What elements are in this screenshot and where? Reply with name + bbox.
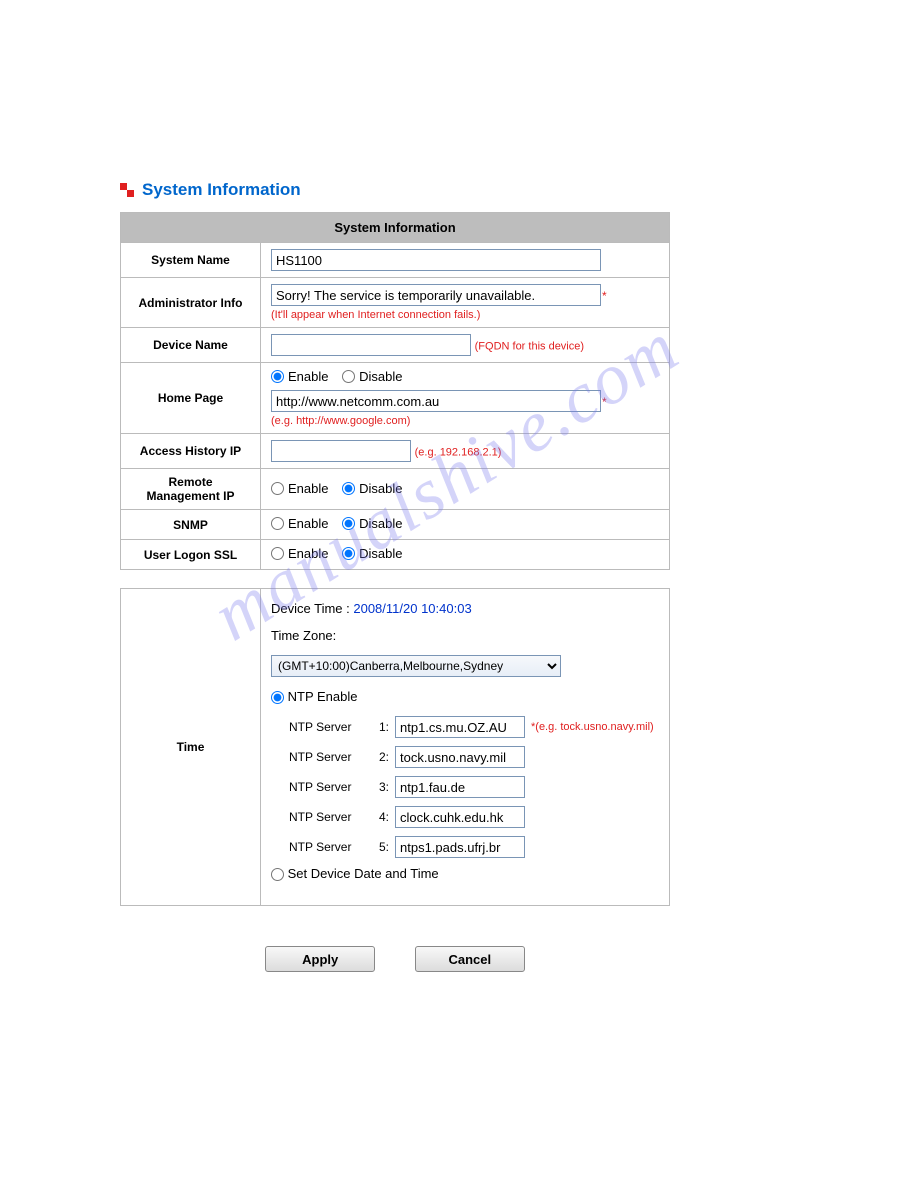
label-home-page: Home Page — [121, 363, 261, 434]
hint-device-name: (FQDN for this device) — [475, 341, 584, 353]
ntp-server-3-input[interactable] — [395, 776, 525, 798]
ntp-server-label: NTP Server — [289, 780, 369, 794]
disable-label: Disable — [359, 546, 402, 561]
label-system-name: System Name — [121, 243, 261, 278]
ntp-num-2: 2: — [369, 750, 389, 764]
ntp-server-2-input[interactable] — [395, 746, 525, 768]
homepage-enable-radio[interactable] — [271, 370, 284, 383]
label-time: Time — [121, 589, 261, 906]
ntp-num-3: 3: — [369, 780, 389, 794]
timezone-select[interactable]: (GMT+10:00)Canberra,Melbourne,Sydney — [271, 655, 561, 677]
ntp-server-5-input[interactable] — [395, 836, 525, 858]
label-device-name: Device Name — [121, 328, 261, 363]
ntp-enable-label: NTP Enable — [288, 689, 358, 704]
system-name-input[interactable] — [271, 249, 601, 271]
disable-label: Disable — [359, 369, 402, 384]
cancel-button[interactable]: Cancel — [415, 946, 525, 972]
admin-info-input[interactable] — [271, 284, 601, 306]
row-user-logon-ssl: User Logon SSL Enable Disable — [121, 540, 670, 570]
hint-access-history: (e.g. 192.168.2.1) — [415, 447, 502, 459]
hint-homepage: (e.g. http://www.google.com) — [271, 415, 410, 427]
access-history-ip-input[interactable] — [271, 440, 411, 462]
ntp-server-label: NTP Server — [289, 810, 369, 824]
ntp-num-5: 5: — [369, 840, 389, 854]
device-time-label: Device Time : — [271, 601, 353, 616]
row-home-page: Home Page Enable Disable * (e.g. http://… — [121, 363, 670, 434]
device-name-input[interactable] — [271, 334, 471, 356]
page-title: System Information — [142, 180, 301, 200]
label-remote-mgmt-ip: Remote Management IP — [121, 469, 261, 510]
system-info-table: System Information System Name Administr… — [120, 212, 670, 570]
hint-ntp: *(e.g. tock.usno.navy.mil) — [531, 721, 654, 733]
set-device-date-label: Set Device Date and Time — [288, 866, 439, 881]
homepage-url-input[interactable] — [271, 390, 601, 412]
hint-admin-info: (It'll appear when Internet connection f… — [271, 309, 480, 321]
enable-label: Enable — [288, 369, 328, 384]
system-info-icon — [120, 183, 134, 197]
remote-disable-radio[interactable] — [342, 482, 355, 495]
row-device-name: Device Name (FQDN for this device) — [121, 328, 670, 363]
ntp-num-1: 1: — [369, 720, 389, 734]
ntp-server-label: NTP Server — [289, 720, 369, 734]
required-star: * — [602, 395, 607, 409]
ntp-server-1-input[interactable] — [395, 716, 525, 738]
row-snmp: SNMP Enable Disable — [121, 510, 670, 540]
row-time: Time Device Time : 2008/11/20 10:40:03 T… — [121, 589, 670, 906]
ntp-enable-radio[interactable] — [271, 691, 284, 704]
ntp-server-label: NTP Server — [289, 750, 369, 764]
row-system-name: System Name — [121, 243, 670, 278]
label-snmp: SNMP — [121, 510, 261, 540]
snmp-disable-radio[interactable] — [342, 517, 355, 530]
label-admin-info: Administrator Info — [121, 278, 261, 328]
table-header: System Information — [121, 213, 670, 243]
required-star: * — [602, 289, 607, 303]
ssl-disable-radio[interactable] — [342, 547, 355, 560]
ntp-num-4: 4: — [369, 810, 389, 824]
time-table: Time Device Time : 2008/11/20 10:40:03 T… — [120, 588, 670, 906]
enable-label: Enable — [288, 516, 328, 531]
disable-label: Disable — [359, 481, 402, 496]
row-access-history-ip: Access History IP (e.g. 192.168.2.1) — [121, 434, 670, 469]
page-header: System Information — [120, 180, 798, 200]
ntp-server-4-input[interactable] — [395, 806, 525, 828]
row-admin-info: Administrator Info * (It'll appear when … — [121, 278, 670, 328]
button-row: Apply Cancel — [120, 946, 670, 972]
remote-enable-radio[interactable] — [271, 482, 284, 495]
label-access-history-ip: Access History IP — [121, 434, 261, 469]
ssl-enable-radio[interactable] — [271, 547, 284, 560]
enable-label: Enable — [288, 546, 328, 561]
ntp-server-label: NTP Server — [289, 840, 369, 854]
device-time-value: 2008/11/20 10:40:03 — [353, 601, 471, 616]
timezone-label: Time Zone: — [271, 628, 659, 643]
snmp-enable-radio[interactable] — [271, 517, 284, 530]
apply-button[interactable]: Apply — [265, 946, 375, 972]
disable-label: Disable — [359, 516, 402, 531]
homepage-disable-radio[interactable] — [342, 370, 355, 383]
label-user-logon-ssl: User Logon SSL — [121, 540, 261, 570]
enable-label: Enable — [288, 481, 328, 496]
row-remote-mgmt-ip: Remote Management IP Enable Disable — [121, 469, 670, 510]
set-device-date-radio[interactable] — [271, 868, 284, 881]
